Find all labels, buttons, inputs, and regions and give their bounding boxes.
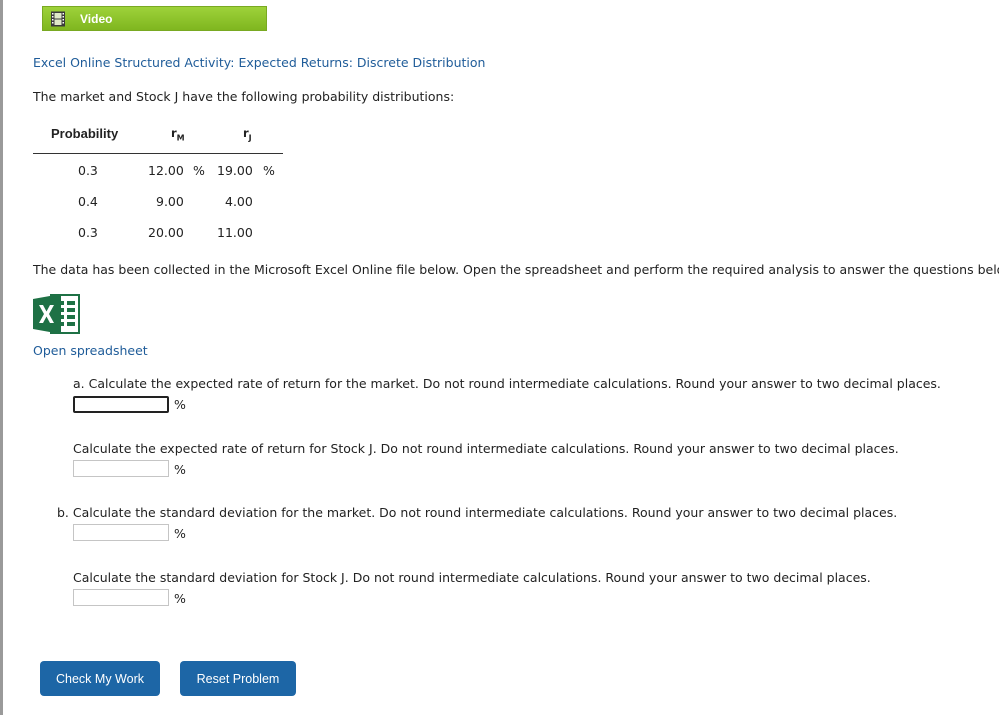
video-button[interactable]: Video (42, 6, 267, 31)
question-b2-text: Calculate the standard deviation for Sto… (73, 570, 871, 585)
data-note: The data has been collected in the Micro… (33, 262, 999, 277)
intro-text: The market and Stock J have the followin… (33, 89, 455, 104)
stock-j-expected-return-input[interactable] (73, 460, 169, 477)
question-b1-text: b. Calculate the standard deviation for … (57, 505, 898, 520)
activity-title: Excel Online Structured Activity: Expect… (33, 55, 486, 70)
row-1-market-return: 12.00 (148, 163, 184, 178)
question-a2-text: Calculate the expected rate of return fo… (73, 441, 899, 456)
market-std-dev-input[interactable] (73, 524, 169, 541)
row-3-stock-j-return: 11.00 (217, 225, 253, 240)
check-my-work-button[interactable]: Check My Work (40, 661, 160, 696)
row-2-stock-j-return: 4.00 (225, 194, 253, 209)
open-spreadsheet-link[interactable]: Open spreadsheet (33, 343, 148, 358)
row-1-market-unit: % (193, 163, 205, 178)
question-a1-text: a. Calculate the expected rate of return… (73, 376, 941, 391)
percent-unit: % (174, 526, 186, 541)
row-3-market-return: 20.00 (148, 225, 184, 240)
left-border (0, 0, 3, 715)
percent-unit: % (174, 462, 186, 477)
percent-unit: % (174, 397, 186, 412)
row-2-probability: 0.4 (78, 194, 98, 209)
header-market-return: rM (171, 126, 185, 143)
row-3-probability: 0.3 (78, 225, 98, 240)
film-icon (51, 11, 65, 26)
row-1-stock-j-unit: % (263, 163, 275, 178)
excel-icon[interactable] (33, 293, 81, 335)
market-expected-return-input[interactable] (73, 396, 169, 413)
percent-unit: % (174, 591, 186, 606)
stock-j-std-dev-input[interactable] (73, 589, 169, 606)
row-1-probability: 0.3 (78, 163, 98, 178)
reset-problem-button[interactable]: Reset Problem (180, 661, 296, 696)
row-2-market-return: 9.00 (156, 194, 184, 209)
video-label: Video (80, 11, 113, 26)
header-stock-j-return: rJ (243, 126, 252, 143)
header-probability: Probability (51, 126, 119, 141)
table-divider (33, 153, 283, 154)
row-1-stock-j-return: 19.00 (217, 163, 253, 178)
